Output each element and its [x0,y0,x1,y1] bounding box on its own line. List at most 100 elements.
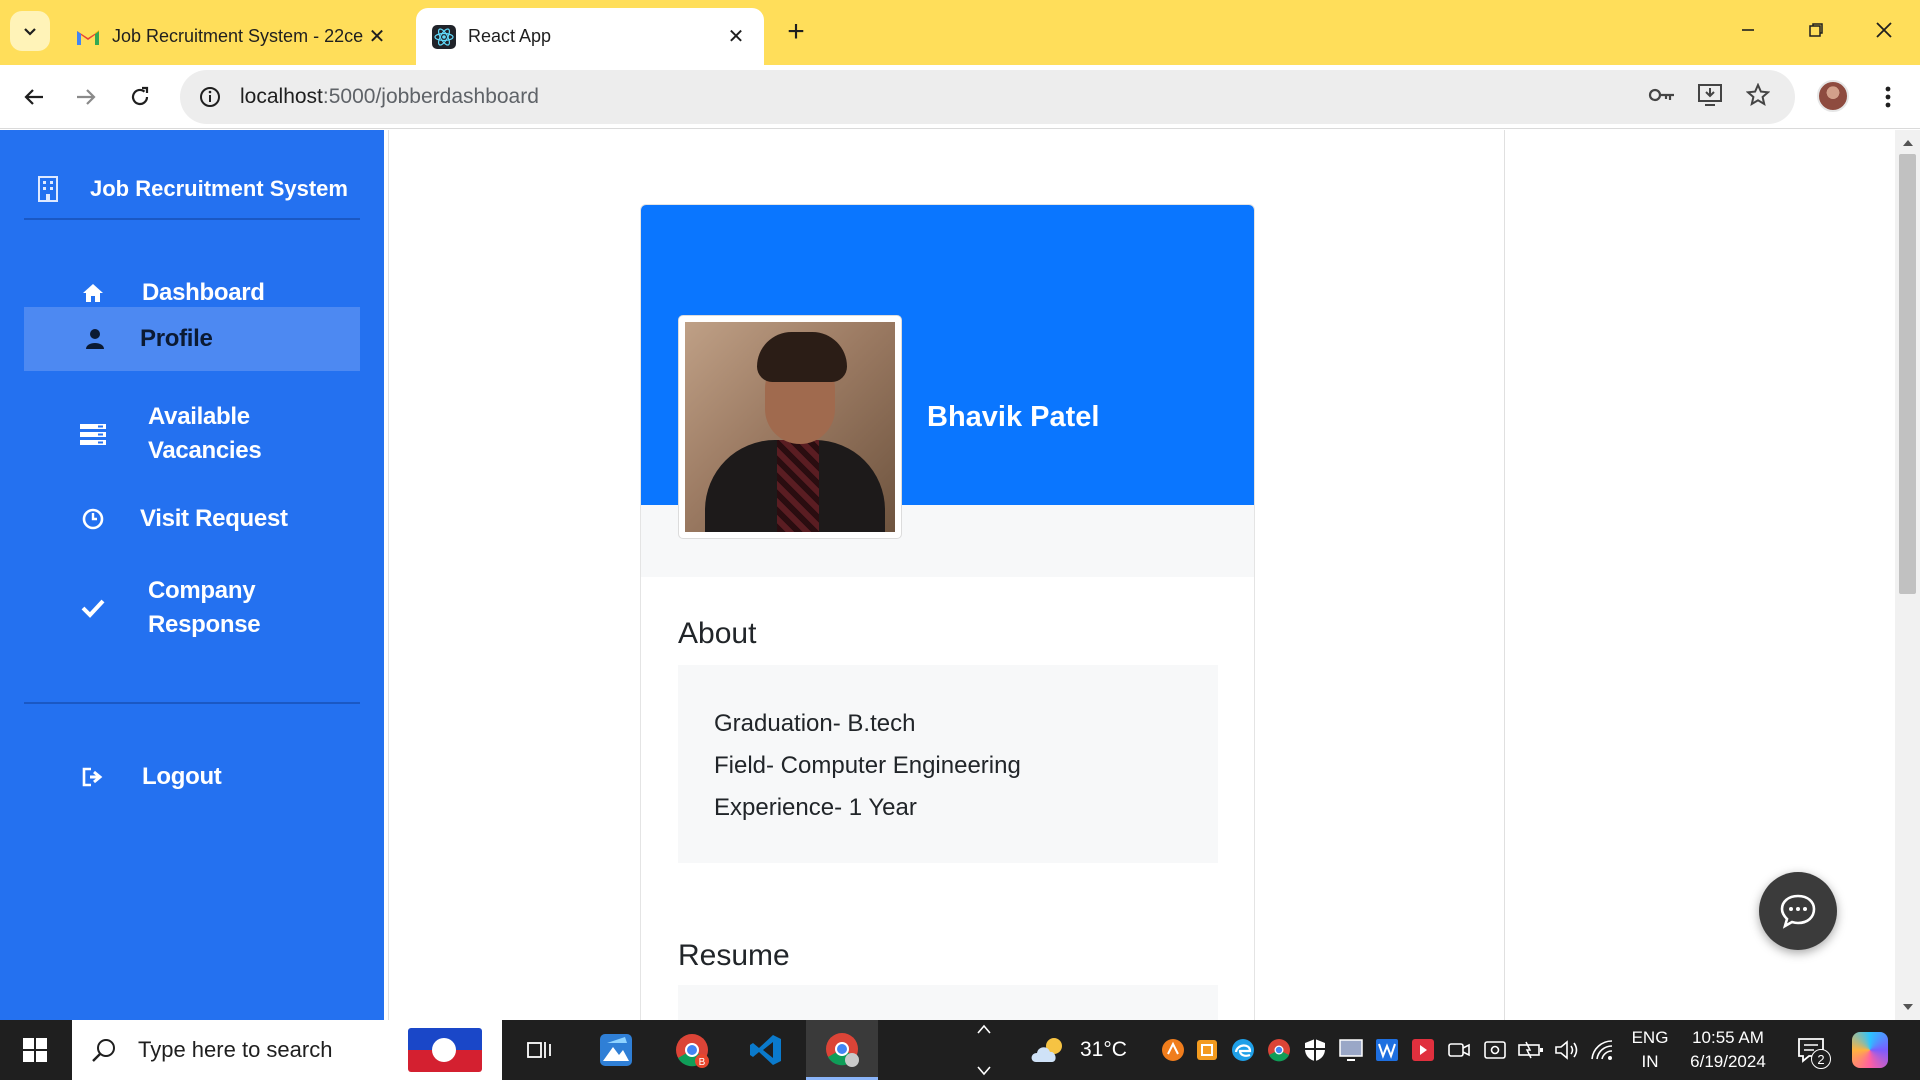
system-clock[interactable]: 10:55 AM 6/19/2024 [1684,1026,1772,1074]
region-code: IN [1641,1052,1659,1071]
tab-title: Job Recruitment System - 22ce [112,26,364,46]
gmail-icon [76,25,100,49]
sidebar-item-label: Profile [140,325,213,352]
scroll-down-arrow-icon[interactable] [1895,1000,1920,1014]
tray-app-blue-icon[interactable] [1374,1037,1400,1063]
resume-heading: Resume [678,939,790,972]
about-experience: Experience- 1 Year [714,794,917,821]
language-code: ENG [1631,1028,1669,1047]
sidebar-item-label: Company Response [148,577,261,638]
address-bar[interactable]: localhost:5000/jobberdashboard [180,70,1795,124]
input-language[interactable]: ENG IN [1630,1026,1670,1074]
photo-image [685,322,895,532]
taskbar-app-chrome-active[interactable] [806,1020,878,1080]
sidebar-item-label: Available Vacancies [148,403,262,464]
react-icon [432,24,456,49]
search-highlight-image [408,1028,482,1072]
page-content: Job Recruitment System Dashboard Profile… [0,130,1920,1020]
profile-name: Bhavik Patel [927,401,1100,433]
battery-icon[interactable] [1518,1037,1544,1063]
password-key-icon[interactable] [1644,77,1680,113]
minimize-button[interactable] [1720,10,1776,50]
bookmark-star-icon[interactable] [1740,77,1776,113]
tray-app-square-icon[interactable] [1194,1037,1220,1063]
page-scrollbar[interactable] [1895,130,1920,1020]
site-info-icon[interactable] [194,81,226,113]
windows-logo-icon [23,1038,47,1062]
taskbar-app-chrome-profile[interactable]: B [656,1020,728,1080]
clock-date: 6/19/2024 [1690,1052,1766,1071]
photos-app-icon [599,1033,633,1067]
start-button[interactable] [0,1020,70,1080]
new-tab-button[interactable]: + [778,14,814,50]
close-window-button[interactable] [1856,10,1912,50]
chrome-tray-icon[interactable] [1266,1037,1292,1063]
volume-icon[interactable] [1554,1037,1580,1063]
url-text: localhost:5000/jobberdashboard [240,85,539,109]
logout-icon [78,762,108,792]
install-app-icon[interactable] [1692,77,1728,113]
partly-cloudy-icon [1028,1036,1068,1064]
close-tab-icon[interactable]: ✕ [724,25,748,49]
notification-center-button[interactable]: 2 [1795,1034,1831,1069]
screen-capture-icon[interactable] [1482,1037,1508,1063]
tab-title: React App [468,26,552,46]
chrome-icon: B [674,1032,710,1068]
profile-avatar[interactable] [1817,80,1849,112]
sidebar-divider [24,702,360,704]
back-button[interactable] [14,77,54,117]
restore-button[interactable] [1788,10,1844,50]
taskbar-app-vscode[interactable] [730,1020,802,1080]
sidebar-item-company-response[interactable]: Company Response [24,566,360,650]
tray-app-red-icon[interactable] [1410,1037,1436,1063]
sidebar-item-visit-request[interactable]: Visit Request [24,490,360,548]
task-view-button[interactable] [504,1020,576,1080]
profile-card: Bhavik Patel About Graduation- B.tech Fi… [640,204,1255,1020]
tray-app-orange-icon[interactable] [1160,1037,1186,1063]
home-icon [78,278,108,308]
about-graduation: Graduation- B.tech [714,710,916,737]
weather-widget[interactable]: 31°C [1028,1020,1127,1080]
meet-now-icon[interactable] [1446,1037,1472,1063]
about-heading: About [678,617,757,650]
forward-button[interactable] [66,77,106,117]
server-icon [78,419,108,449]
scroll-up-arrow-icon[interactable] [1895,136,1920,150]
resume-box [678,985,1218,1020]
temperature: 31°C [1080,1038,1127,1061]
scroll-thumb[interactable] [1899,154,1916,594]
sidebar-item-profile[interactable]: Profile [24,307,360,371]
photo-shirt [777,440,819,532]
taskbar-scroll-arrows[interactable] [975,1024,993,1076]
edge-icon[interactable] [1230,1037,1256,1063]
close-tab-icon[interactable]: ✕ [365,25,389,49]
logout-button[interactable]: Logout [24,748,360,806]
taskbar-search[interactable]: Type here to search [72,1020,502,1080]
tab-job-recruitment[interactable]: Job Recruitment System - 22ce ✕ [60,8,405,65]
svg-text:B: B [699,1057,706,1068]
photo-hair [757,332,847,382]
chat-button[interactable] [1759,872,1837,950]
vscode-icon [749,1033,783,1067]
wifi-icon[interactable] [1590,1037,1616,1063]
reload-button[interactable] [120,77,160,117]
user-icon [80,324,110,354]
tab-search-button[interactable] [10,11,50,51]
copilot-icon[interactable] [1852,1032,1888,1068]
chevron-down-icon [22,23,38,39]
tab-react-app[interactable]: React App ✕ [416,8,764,65]
more-menu-icon[interactable] [1870,77,1906,117]
taskbar-app-photos[interactable] [580,1020,652,1080]
sidebar: Job Recruitment System Dashboard Profile… [0,130,384,1020]
logout-label: Logout [142,763,222,790]
search-placeholder: Type here to search [138,1037,333,1062]
task-view-icon [526,1038,554,1062]
security-shield-icon[interactable] [1302,1037,1328,1063]
sidebar-item-dashboard[interactable] [24,182,360,228]
check-icon [78,593,108,623]
browser-tab-strip: Job Recruitment System - 22ce ✕ React Ap… [0,0,1920,65]
profile-photo [678,315,902,539]
sidebar-item-label: Dashboard [142,279,265,306]
display-icon[interactable] [1338,1037,1364,1063]
sidebar-item-available-vacancies[interactable]: Available Vacancies [24,392,360,476]
